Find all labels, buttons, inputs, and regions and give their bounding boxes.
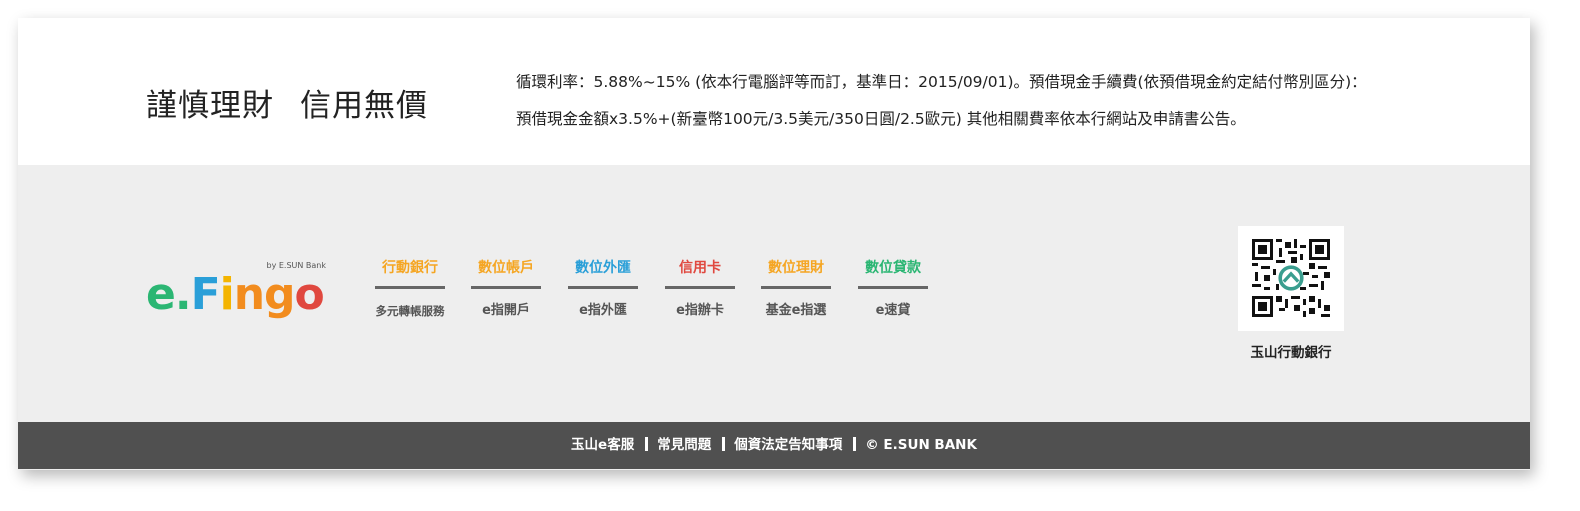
disclaimer-banner: 謹慎理財 信用無價 循環利率：5.88%~15% (依本行電腦評等而訂，基準日：2…: [18, 18, 1530, 165]
product-title[interactable]: 數位貸款: [858, 258, 928, 278]
footer-copyright: © E.SUN BANK: [865, 437, 977, 453]
product-digital-loan[interactable]: 數位貸款 e速貸: [858, 258, 928, 320]
product-title[interactable]: 行動銀行: [375, 258, 445, 278]
slogan: 謹慎理財 信用無價: [146, 80, 428, 125]
footer-separator: [853, 437, 857, 451]
product-divider: [761, 286, 831, 289]
logo-letter-e: e: [146, 269, 176, 320]
product-digital-wealth[interactable]: 數位理財 基金e指選: [761, 258, 831, 320]
product-subtitle[interactable]: 基金e指選: [761, 302, 831, 320]
product-divider: [665, 286, 735, 289]
product-divider: [568, 286, 638, 289]
slogan-right: 信用無價: [300, 88, 428, 124]
product-divider: [471, 286, 541, 289]
logo-letter-dot: .: [174, 269, 192, 320]
product-title[interactable]: 數位帳戶: [471, 258, 541, 278]
qr-code[interactable]: [1238, 226, 1344, 331]
product-subtitle[interactable]: 多元轉帳服務: [375, 302, 445, 320]
product-title[interactable]: 信用卡: [665, 258, 735, 278]
rate-disclaimer-line-2: 預借現金金額x3.5%+(新臺幣100元/3.5美元/350日圓/2.5歐元) …: [516, 110, 1246, 128]
footer-bar: 玉山e客服 常見問題 個資法定告知事項 © E.SUN BANK: [18, 422, 1530, 469]
product-subtitle[interactable]: e指開戶: [471, 302, 541, 320]
product-subtitle[interactable]: e指外匯: [568, 302, 638, 320]
product-subtitle[interactable]: e指辦卡: [665, 302, 735, 320]
product-subtitle[interactable]: e速貸: [858, 302, 928, 320]
logo-letter-g: g: [264, 269, 295, 320]
logo-letter-n: n: [233, 269, 265, 320]
page-frame: 謹慎理財 信用無價 循環利率：5.88%~15% (依本行電腦評等而訂，基準日：2…: [18, 18, 1530, 470]
slogan-left: 謹慎理財: [146, 88, 274, 124]
logo-letter-F: F: [190, 269, 221, 320]
footer-link-faq[interactable]: 常見問題: [657, 437, 711, 453]
product-digital-forex[interactable]: 數位外匯 e指外匯: [568, 258, 638, 320]
logo-letter-i: i: [219, 269, 235, 320]
footer-separator: [645, 437, 649, 451]
product-mobile-banking[interactable]: 行動銀行 多元轉帳服務: [375, 258, 445, 320]
footer-link-customer-service[interactable]: 玉山e客服: [571, 437, 634, 453]
footer-link-privacy-notice[interactable]: 個資法定告知事項: [734, 437, 842, 453]
logo-wordmark: e.Fingo: [146, 267, 325, 323]
product-title[interactable]: 數位理財: [761, 258, 831, 278]
efingo-logo[interactable]: by E.SUN Bank e.Fingo: [146, 261, 328, 323]
qr-code-icon: [1252, 239, 1330, 317]
qr-caption: 玉山行動銀行: [1250, 345, 1332, 361]
product-divider: [858, 286, 928, 289]
rate-disclaimer-line-1: 循環利率：5.88%~15% (依本行電腦評等而訂，基準日：2015/09/01…: [516, 73, 1367, 91]
footer-separator: [722, 437, 726, 451]
product-credit-card[interactable]: 信用卡 e指辦卡: [665, 258, 735, 320]
product-title[interactable]: 數位外匯: [568, 258, 638, 278]
logo-letter-o: o: [294, 269, 325, 320]
product-digital-account[interactable]: 數位帳戶 e指開戶: [471, 258, 541, 320]
product-divider: [375, 286, 445, 289]
